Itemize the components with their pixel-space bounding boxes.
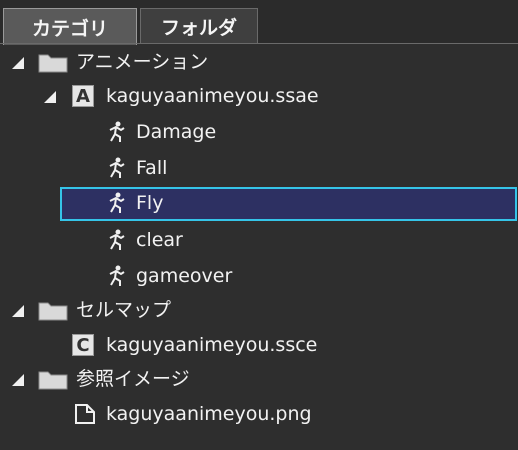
tree-item-animation[interactable]: Damage	[0, 116, 518, 150]
tab-folder-label: フォルダ	[160, 17, 237, 39]
tree-item-ssce-file[interactable]: C kaguyaanimeyou.ssce	[0, 329, 518, 363]
tree-item-label: Fly	[136, 192, 164, 214]
tab-category[interactable]: カテゴリ	[3, 8, 137, 45]
document-icon	[74, 403, 96, 425]
tree-item-label: Fall	[136, 157, 168, 179]
ssae-letter: A	[76, 85, 90, 107]
running-figure-icon	[106, 121, 126, 143]
expand-triangle-icon[interactable]	[10, 55, 26, 71]
tab-category-label: カテゴリ	[31, 17, 108, 40]
tree-item-animation[interactable]: Fall	[0, 152, 518, 186]
tree-item-label: kaguyaanimeyou.ssce	[106, 334, 318, 356]
expand-triangle-icon[interactable]	[42, 89, 58, 105]
tree-item-label: Damage	[136, 121, 217, 143]
running-figure-icon	[106, 265, 126, 287]
tree-item-animation-selected[interactable]: Fly	[0, 187, 518, 221]
tree-item-label: kaguyaanimeyou.ssae	[106, 85, 319, 107]
ssce-file-icon: C	[72, 334, 94, 356]
tree-item-ssae-file[interactable]: A kaguyaanimeyou.ssae	[0, 80, 518, 114]
folder-icon	[38, 299, 68, 321]
folder-icon	[38, 368, 68, 390]
category-tree: アニメーション A kaguyaanimeyou.ssae Damage Fal…	[0, 44, 518, 450]
tree-item-label: gameover	[136, 265, 233, 287]
ssae-file-icon: A	[72, 85, 94, 107]
tree-item-cellmap-folder[interactable]: セルマップ	[0, 294, 518, 328]
expand-triangle-icon[interactable]	[10, 303, 26, 319]
expand-triangle-icon[interactable]	[10, 372, 26, 388]
tree-item-png-file[interactable]: kaguyaanimeyou.png	[0, 398, 518, 432]
tree-item-label: セルマップ	[76, 299, 172, 321]
tree-item-animation[interactable]: clear	[0, 224, 518, 258]
running-figure-icon	[106, 157, 126, 179]
tree-item-label: アニメーション	[76, 51, 209, 73]
running-figure-icon	[106, 229, 126, 251]
tree-item-label: clear	[136, 229, 183, 251]
tree-item-animation-folder[interactable]: アニメーション	[0, 46, 518, 80]
tree-item-label: kaguyaanimeyou.png	[106, 403, 312, 425]
running-figure-icon	[106, 192, 126, 214]
tree-item-animation[interactable]: gameover	[0, 260, 518, 294]
tab-bar: カテゴリ フォルダ	[0, 0, 518, 45]
tree-item-image-folder[interactable]: 参照イメージ	[0, 363, 518, 397]
ssce-letter: C	[76, 334, 90, 356]
folder-icon	[38, 51, 68, 73]
tree-item-label: 参照イメージ	[76, 368, 190, 390]
tab-folder[interactable]: フォルダ	[140, 8, 258, 44]
